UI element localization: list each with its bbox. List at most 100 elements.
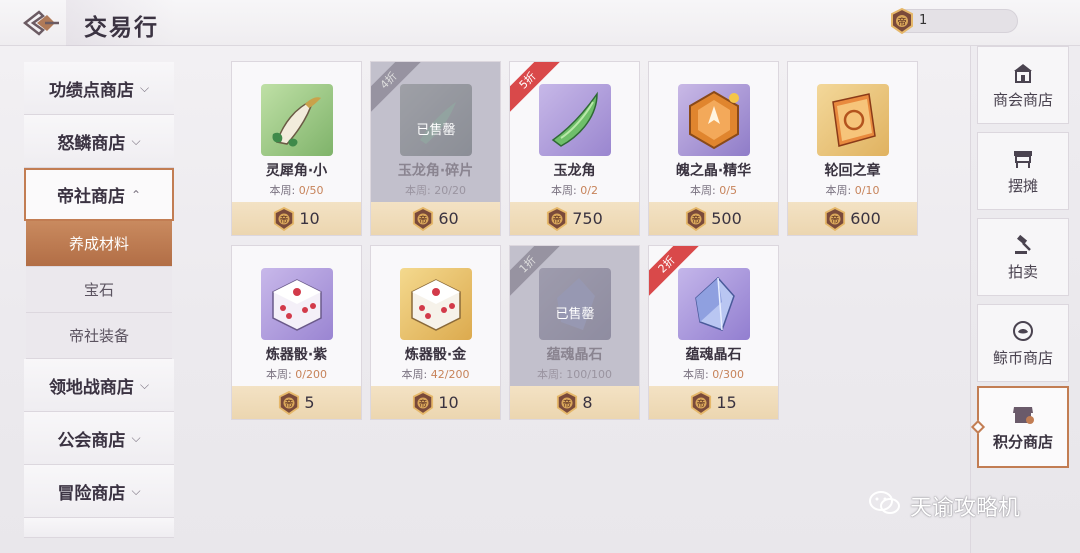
svg-text:帝: 帝 xyxy=(692,214,700,224)
jade-horn-icon xyxy=(539,84,611,156)
limit-label: 本周: xyxy=(825,184,852,197)
coin-icon: 帝 xyxy=(556,390,578,415)
sidebar-item-rage-scale-shop[interactable]: 怒鳞商店 ⌵ xyxy=(24,115,174,168)
price-value: 15 xyxy=(716,393,737,412)
limit-count: 0/10 xyxy=(854,184,880,197)
purple-refining-dice-icon xyxy=(261,268,333,340)
nav-stall[interactable]: 摆摊 xyxy=(977,132,1069,210)
limit-count: 42/200 xyxy=(430,368,470,381)
right-nav: 商会商店 摆摊 拍卖 鲸币商店 积分商店 xyxy=(970,46,1080,553)
shop-item-card[interactable]: 2折 蕴魂晶石 本周: 0/300 帝 15 xyxy=(648,245,779,420)
svg-text:帝: 帝 xyxy=(897,16,906,28)
item-name: 灵犀角·小 xyxy=(265,163,328,179)
item-name: 轮回之章 xyxy=(824,163,881,179)
limit-label: 本周: xyxy=(683,368,709,381)
sidebar-item-merit-shop[interactable]: 功绩点商店 ⌵ xyxy=(24,62,174,115)
sidebar-item-label: 功绩点商店 xyxy=(48,80,134,101)
sidebar-item-guild-shop[interactable]: 公会商店 ⌵ xyxy=(24,412,174,465)
nav-label: 积分商店 xyxy=(992,432,1053,451)
item-weekly-limit: 本周: 0/10 xyxy=(788,182,917,198)
back-arrow-icon xyxy=(23,10,59,36)
nav-points-shop[interactable]: 积分商店 xyxy=(970,386,1069,468)
price-value: 10 xyxy=(299,209,320,228)
chevron-up-icon: ⌃ xyxy=(130,187,142,202)
stall-icon xyxy=(1011,147,1035,171)
chevron-down-icon: ⌵ xyxy=(131,133,141,148)
sidebar-subitem-dishe-equipment[interactable]: 帝社装备 xyxy=(26,313,172,359)
svg-text:帝: 帝 xyxy=(419,398,427,408)
sidebar-subitem-gems[interactable]: 宝石 xyxy=(26,267,172,313)
svg-text:帝: 帝 xyxy=(280,214,288,224)
nav-auction[interactable]: 拍卖 xyxy=(977,218,1069,296)
coin-icon: 帝 xyxy=(412,206,434,231)
wechat-icon xyxy=(868,489,902,523)
sidebar-item-adventure-shop[interactable]: 冒险商店 ⌵ xyxy=(24,465,174,518)
coin-icon: 帝 xyxy=(412,390,434,415)
sidebar-subitem-materials[interactable]: 养成材料 xyxy=(26,221,172,267)
back-button[interactable] xyxy=(22,8,62,38)
shop-item-card[interactable]: 已售罄 4折 玉龙角·碎片 本周: 20/20 帝 60 xyxy=(370,61,501,236)
item-price: 帝 15 xyxy=(649,386,778,419)
active-marker-icon xyxy=(970,419,986,435)
sidebar-item-dishe-shop[interactable]: 帝社商店 ⌃ xyxy=(24,168,174,221)
sidebar-item-label: 公会商店 xyxy=(57,430,126,451)
limit-count: 0/2 xyxy=(580,184,598,197)
item-price: 帝 600 xyxy=(788,202,917,235)
coin-icon: 帝 xyxy=(546,206,568,231)
item-name: 炼器骰·金 xyxy=(404,347,467,363)
item-weekly-limit: 本周: 100/100 xyxy=(510,366,639,382)
svg-text:帝: 帝 xyxy=(831,214,839,224)
item-name: 炼器骰·紫 xyxy=(265,347,328,363)
shop-item-card[interactable]: 灵犀角·小 本周: 0/50 帝 10 xyxy=(231,61,362,236)
price-value: 8 xyxy=(582,393,593,412)
samsara-chapter-icon xyxy=(817,84,889,156)
item-price: 帝 500 xyxy=(649,202,778,235)
limit-label: 本周: xyxy=(690,184,716,197)
whale-coin-icon xyxy=(1011,319,1035,343)
shop-item-card[interactable]: 炼器骰·金 本周: 42/200 帝 10 xyxy=(370,245,501,420)
nav-chamber-shop[interactable]: 商会商店 xyxy=(977,46,1069,124)
item-price: 帝 10 xyxy=(232,202,361,235)
sidebar-item-label: 怒鳞商店 xyxy=(57,133,126,154)
shop-item-card[interactable]: 5折 玉龙角 本周: 0/2 帝 750 xyxy=(509,61,640,236)
item-price: 帝 60 xyxy=(371,202,500,235)
gavel-icon xyxy=(1011,233,1035,257)
sidebar-item-territory-war-shop[interactable]: 领地战商店 ⌵ xyxy=(24,359,174,412)
item-name: 玉龙角 xyxy=(553,163,596,179)
shop-item-card[interactable]: 魄之晶·精华 本周: 0/5 帝 500 xyxy=(648,61,779,236)
chevron-down-icon: ⌵ xyxy=(139,377,150,392)
shop-building-icon xyxy=(1011,61,1035,85)
watermark: 天谕攻略机 xyxy=(868,489,1020,523)
limit-count: 0/200 xyxy=(295,368,327,381)
shop-item-card[interactable]: 已售罄 1折 蕴魂晶石 本周: 100/100 帝 8 xyxy=(509,245,640,420)
top-bar: 交易行 帝 1 xyxy=(0,0,1080,46)
item-weekly-limit: 本周: 0/200 xyxy=(232,366,361,382)
nav-whale-coin-shop[interactable]: 鲸币商店 xyxy=(977,304,1069,382)
item-price: 帝 5 xyxy=(232,386,361,419)
limit-count: 100/100 xyxy=(566,368,612,381)
price-value: 600 xyxy=(850,209,881,228)
item-price: 帝 8 xyxy=(510,386,639,419)
currency-amount: 1 xyxy=(919,13,928,28)
shop-item-card[interactable]: 炼器骰·紫 本周: 0/200 帝 5 xyxy=(231,245,362,420)
svg-text:帝: 帝 xyxy=(697,398,705,408)
shop-item-card[interactable]: 轮回之章 本周: 0/10 帝 600 xyxy=(787,61,918,236)
item-price: 帝 750 xyxy=(510,202,639,235)
nav-label: 摆摊 xyxy=(1007,176,1038,195)
limit-count: 0/5 xyxy=(719,184,737,197)
limit-label: 本周: xyxy=(401,368,428,381)
item-name: 蕴魂晶石 xyxy=(546,347,603,363)
sidebar-item-label: 领地战商店 xyxy=(48,377,134,398)
item-price: 帝 10 xyxy=(371,386,500,419)
nav-label: 拍卖 xyxy=(1007,262,1038,281)
price-value: 10 xyxy=(438,393,459,412)
sidebar-item-partial[interactable] xyxy=(24,518,174,538)
coin-icon: 帝 xyxy=(278,390,300,415)
item-weekly-limit: 本周: 0/5 xyxy=(649,182,778,198)
sold-out-label: 已售罄 xyxy=(416,123,456,138)
chevron-down-icon: ⌵ xyxy=(131,483,141,498)
horn-small-icon xyxy=(261,84,333,156)
item-weekly-limit: 本周: 20/20 xyxy=(371,182,500,198)
item-weekly-limit: 本周: 42/200 xyxy=(371,366,500,382)
nav-label: 鲸币商店 xyxy=(992,348,1053,367)
